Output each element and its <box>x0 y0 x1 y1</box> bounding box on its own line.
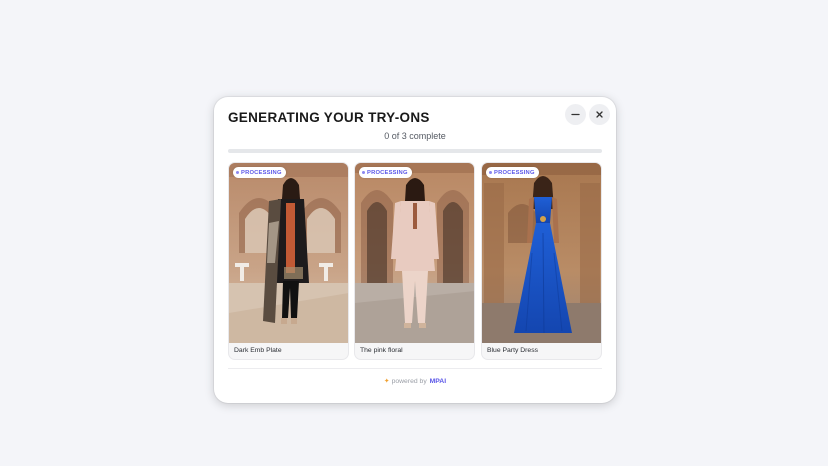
minimize-button[interactable] <box>565 104 586 125</box>
tryon-card[interactable]: PROCESSING Blue Party Dress <box>481 162 602 360</box>
minus-icon <box>571 113 580 116</box>
status-badge-label: PROCESSING <box>367 169 408 176</box>
close-button[interactable] <box>589 104 610 125</box>
tryon-card-label: Dark Emb Plate <box>234 347 282 354</box>
progress-bar <box>228 149 602 153</box>
tryon-image <box>482 163 601 343</box>
tryon-modal: GENERATING YOUR TRY-ONS 0 of 3 complete <box>214 97 616 403</box>
status-dot-icon <box>362 171 365 174</box>
tryon-card[interactable]: PROCESSING The pink floral <box>354 162 475 360</box>
tryon-card[interactable]: PROCESSING Dark Emb Plate <box>228 162 349 360</box>
tryon-card-label: Blue Party Dress <box>487 347 538 354</box>
tryon-card-label: The pink floral <box>360 347 403 354</box>
status-badge-label: PROCESSING <box>494 169 535 176</box>
modal-title: GENERATING YOUR TRY-ONS <box>228 110 430 125</box>
status-badge: PROCESSING <box>359 167 412 178</box>
status-badge-label: PROCESSING <box>241 169 282 176</box>
powered-by-footer: ✦ powered by MPAI <box>214 377 616 385</box>
tryon-image <box>229 163 348 343</box>
brand-link[interactable]: MPAI <box>430 378 447 385</box>
footer-divider <box>228 368 602 369</box>
close-icon <box>596 111 603 118</box>
sparkle-icon: ✦ <box>383 378 390 385</box>
progress-status-text: 0 of 3 complete <box>384 131 446 141</box>
tryon-image <box>355 163 474 343</box>
powered-by-text: powered by <box>391 378 427 385</box>
status-dot-icon <box>236 171 239 174</box>
status-badge: PROCESSING <box>233 167 286 178</box>
status-badge: PROCESSING <box>486 167 539 178</box>
status-dot-icon <box>489 171 492 174</box>
